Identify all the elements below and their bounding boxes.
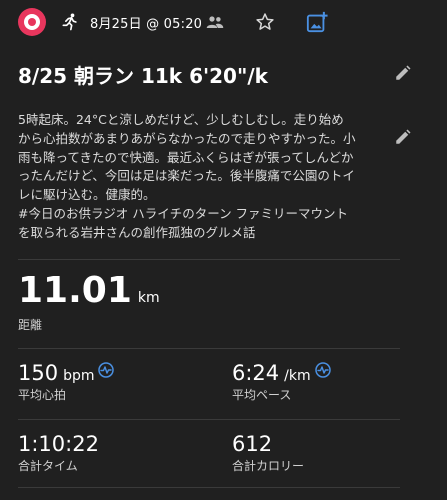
heart-rate-unit: bpm bbox=[63, 368, 95, 384]
heart-rate-label: 平均心拍 bbox=[18, 388, 67, 402]
divider bbox=[18, 487, 400, 488]
avatar-dot bbox=[28, 18, 36, 26]
divider bbox=[18, 419, 400, 420]
total-time-value: 1:10:22 bbox=[18, 432, 99, 456]
distance-label: 距離 bbox=[18, 318, 43, 332]
heart-rate-pulse-icon[interactable] bbox=[98, 362, 114, 378]
activity-date: 8月25日 @ 05:20 bbox=[90, 17, 203, 32]
calories-value: 612 bbox=[232, 432, 273, 456]
distance-unit: km bbox=[137, 290, 160, 306]
add-photo-icon[interactable] bbox=[306, 11, 328, 33]
total-time-label: 合計タイム bbox=[18, 459, 78, 473]
pace-value: 6:24 bbox=[232, 361, 280, 385]
activity-header: 8月25日 @ 05:20 bbox=[0, 0, 447, 44]
people-icon[interactable] bbox=[206, 14, 224, 30]
heart-rate-stat: 150 bpm bbox=[18, 360, 95, 389]
running-icon bbox=[62, 13, 77, 31]
pace-unit: /km bbox=[284, 368, 311, 384]
heart-rate-value: 150 bbox=[18, 361, 59, 385]
distance-value: 11.01 bbox=[18, 270, 132, 311]
calories-label: 合計カロリー bbox=[232, 459, 305, 473]
activity-title: 8/25 朝ラン 11k 6'20"/k bbox=[18, 64, 268, 88]
star-icon[interactable] bbox=[255, 12, 275, 32]
distance-stat: 11.01 km bbox=[18, 271, 160, 318]
avatar[interactable] bbox=[18, 8, 46, 36]
divider bbox=[18, 348, 400, 349]
edit-title-pencil-icon[interactable] bbox=[394, 64, 412, 82]
pace-pulse-icon[interactable] bbox=[315, 362, 331, 378]
pace-stat: 6:24/km bbox=[232, 360, 311, 389]
activity-description: 5時起床。24°Cと涼しめだけど、少しむしむし。走り始め から心拍数があまりあが… bbox=[18, 112, 356, 240]
edit-description-pencil-icon[interactable] bbox=[394, 128, 412, 146]
divider bbox=[18, 259, 400, 260]
pace-label: 平均ペース bbox=[232, 388, 292, 402]
